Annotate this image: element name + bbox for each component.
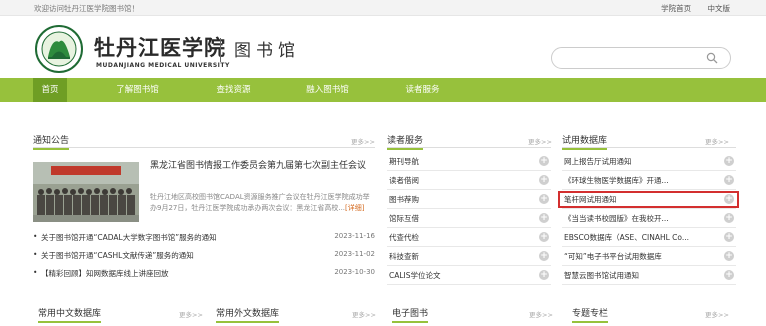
- chinese-version-link[interactable]: 中文版: [708, 4, 731, 13]
- trial-db-item[interactable]: 网上报告厅试用通知 +: [562, 152, 736, 171]
- trial-db-label[interactable]: “可知”电子书平台试用数据库: [564, 251, 662, 262]
- welcome-text: 欢迎访问牡丹江医学院图书馆！: [34, 4, 139, 13]
- plus-icon[interactable]: +: [724, 156, 734, 166]
- plus-icon[interactable]: +: [724, 175, 734, 185]
- plus-icon[interactable]: +: [539, 213, 549, 223]
- ebooks-title: 电子图书: [392, 306, 429, 323]
- reader-service-item[interactable]: 期刊导航 +: [387, 152, 551, 171]
- trial-db-item[interactable]: 智慧云图书馆试用通知 +: [562, 266, 736, 285]
- main-nav: 首页 了解图书馆 查找资源 融入图书馆 读者服务: [0, 78, 766, 102]
- trial-db-item[interactable]: EBSCO数据库（ASE、CINAHL Co... +: [562, 228, 736, 247]
- trial-db-label[interactable]: 《环球生物医学数据库》开通...: [564, 175, 669, 186]
- university-emblem-icon[interactable]: [34, 24, 84, 74]
- trial-db-label[interactable]: EBSCO数据库（ASE、CINAHL Co...: [564, 232, 689, 243]
- featured-news-summary: 牡丹江地区高校图书馆CADAL资源服务推广会议在牡丹江医学院成功举办9月27日，…: [150, 192, 372, 213]
- trial-db-label[interactable]: 网上报告厅试用通知: [564, 156, 632, 167]
- reader-service-label[interactable]: 馆际互借: [389, 213, 419, 224]
- plus-icon[interactable]: +: [539, 232, 549, 242]
- trial-db-item[interactable]: “可知”电子书平台试用数据库 +: [562, 247, 736, 266]
- reader-service-item[interactable]: CALIS学位论文 +: [387, 266, 551, 285]
- reader-service-label[interactable]: 科技查新: [389, 251, 419, 262]
- top-bar: 欢迎访问牡丹江医学院图书馆！ 学院首页 中文版: [0, 0, 766, 16]
- news-item-title[interactable]: 【精彩回顾】知网数据库线上讲座回放: [41, 268, 169, 279]
- trial-db-more-link[interactable]: 更多>>: [705, 136, 729, 146]
- foreign-db-title: 常用外文数据库: [216, 306, 280, 323]
- news-item-date: 2023-11-02: [334, 250, 375, 258]
- chinese-db-more-link[interactable]: 更多>>: [179, 309, 203, 319]
- special-topics-title: 专题专栏: [572, 306, 609, 323]
- logo-divider: [220, 38, 221, 62]
- news-item-date: 2023-11-16: [334, 232, 375, 240]
- news-item-title[interactable]: 关于图书馆开通“CADAL大学数字图书馆”服务的通知: [41, 232, 217, 243]
- trial-db-item[interactable]: 《环球生物医学数据库》开通... +: [562, 171, 736, 190]
- reader-service-label[interactable]: 期刊导航: [389, 156, 419, 167]
- reader-services-divider: [387, 147, 551, 148]
- nav-find-resources[interactable]: 查找资源: [196, 78, 271, 102]
- ebooks-more-link[interactable]: 更多>>: [529, 309, 553, 319]
- nav-join-library[interactable]: 融入图书馆: [290, 78, 365, 102]
- trial-db-label[interactable]: 智慧云图书馆试用通知: [564, 270, 639, 281]
- logo-english-name: MUDANJIANG MEDICAL UNIVERSITY: [96, 62, 230, 69]
- site-header: 牡丹江医学院 MUDANJIANG MEDICAL UNIVERSITY 图书馆: [0, 16, 766, 78]
- reader-service-item[interactable]: 读者借阅 +: [387, 171, 551, 190]
- nav-reader-services[interactable]: 读者服务: [385, 78, 460, 102]
- plus-icon[interactable]: +: [724, 270, 734, 280]
- notices-divider: [33, 147, 375, 148]
- reader-services-title: 读者服务: [387, 133, 424, 150]
- plus-icon[interactable]: +: [724, 251, 734, 261]
- reader-service-label[interactable]: 图书荐购: [389, 194, 419, 205]
- reader-service-item[interactable]: 代查代检 +: [387, 228, 551, 247]
- notices-title: 通知公告: [33, 133, 70, 150]
- plus-icon[interactable]: +: [539, 270, 549, 280]
- foreign-db-more-link[interactable]: 更多>>: [352, 309, 376, 319]
- reader-service-item[interactable]: 图书荐购 +: [387, 190, 551, 209]
- highlight-box: [558, 191, 739, 208]
- chinese-db-title: 常用中文数据库: [38, 306, 102, 323]
- news-item[interactable]: • 【精彩回顾】知网数据库线上讲座回放 2023-10-30: [33, 268, 375, 280]
- search-icon[interactable]: [706, 52, 718, 64]
- featured-news-title[interactable]: 黑龙江省图书情报工作委员会第九届第七次副主任会议: [150, 159, 372, 174]
- logo-chinese-name: 牡丹江医学院: [94, 35, 226, 60]
- search-input[interactable]: [551, 47, 731, 69]
- featured-news-text: 牡丹江地区高校图书馆CADAL资源服务推广会议在牡丹江医学院成功举办9月27日，…: [150, 193, 370, 212]
- plus-icon[interactable]: +: [724, 213, 734, 223]
- featured-detail-link[interactable]: [详细]: [345, 204, 364, 212]
- plus-icon[interactable]: +: [539, 194, 549, 204]
- college-home-link[interactable]: 学院首页: [661, 4, 691, 13]
- reader-service-label[interactable]: 代查代检: [389, 232, 419, 243]
- plus-icon[interactable]: +: [539, 156, 549, 166]
- bullet-icon: •: [33, 268, 38, 277]
- nav-about-library[interactable]: 了解图书馆: [100, 78, 175, 102]
- plus-icon[interactable]: +: [539, 175, 549, 185]
- trial-db-item[interactable]: 《当当读书校园版》在我校开... +: [562, 209, 736, 228]
- notices-more-link[interactable]: 更多>>: [351, 136, 375, 146]
- featured-group-photo[interactable]: [33, 162, 139, 222]
- news-item[interactable]: • 关于图书馆开通“CASHL文献传递”服务的通知 2023-11-02: [33, 250, 375, 262]
- reader-service-item[interactable]: 馆际互借 +: [387, 209, 551, 228]
- reader-services-more-link[interactable]: 更多>>: [528, 136, 552, 146]
- nav-home[interactable]: 首页: [33, 78, 67, 102]
- news-item-date: 2023-10-30: [334, 268, 375, 276]
- plus-icon[interactable]: +: [539, 251, 549, 261]
- special-topics-more-link[interactable]: 更多>>: [705, 309, 729, 319]
- reader-service-item[interactable]: 科技查新 +: [387, 247, 551, 266]
- trial-db-title: 试用数据库: [562, 133, 608, 150]
- reader-service-label[interactable]: CALIS学位论文: [389, 270, 441, 281]
- news-item[interactable]: • 关于图书馆开通“CADAL大学数字图书馆”服务的通知 2023-11-16: [33, 232, 375, 244]
- top-links: 学院首页 中文版: [647, 3, 730, 14]
- bullet-icon: •: [33, 232, 38, 241]
- trial-db-label[interactable]: 《当当读书校园版》在我校开...: [564, 213, 669, 224]
- news-item-title[interactable]: 关于图书馆开通“CASHL文献传递”服务的通知: [41, 250, 194, 261]
- reader-service-label[interactable]: 读者借阅: [389, 175, 419, 186]
- library-name: 图书馆: [234, 41, 300, 61]
- plus-icon[interactable]: +: [724, 232, 734, 242]
- trial-db-divider: [562, 147, 736, 148]
- bullet-icon: •: [33, 250, 38, 259]
